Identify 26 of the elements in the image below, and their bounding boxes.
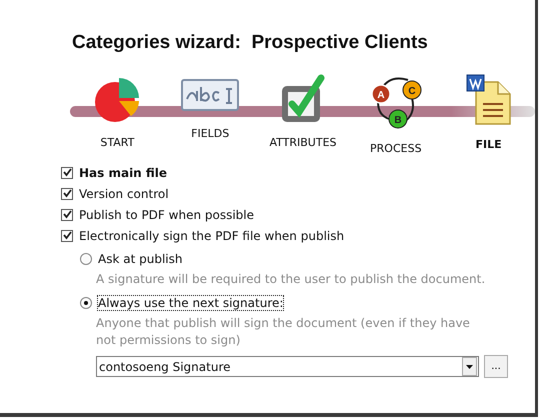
step-tab[interactable]: PROCESS xyxy=(370,142,422,155)
checkbox-label[interactable]: Publish to PDF when possible xyxy=(79,208,254,222)
step-tab[interactable]: ATTRIBUTES xyxy=(269,136,337,149)
step-tab[interactable]: FILE xyxy=(476,138,502,151)
radio-button[interactable] xyxy=(80,297,92,309)
option-description: A signature will be required to the user to publish the document. xyxy=(96,271,486,288)
step-tab[interactable]: START xyxy=(100,136,134,149)
checkbox-icon[interactable] xyxy=(280,74,326,124)
radio-button[interactable] xyxy=(80,253,92,265)
checkbox[interactable] xyxy=(61,166,73,178)
checkbox-label[interactable]: Has main file xyxy=(79,166,168,180)
document-icon[interactable] xyxy=(466,74,512,126)
checkbox-label[interactable]: Version control xyxy=(79,186,169,200)
browse-button[interactable]: ... xyxy=(484,355,508,378)
wizard-title: Categories wizard: Prospective Clients xyxy=(71,31,429,55)
checkbox[interactable] xyxy=(61,208,73,220)
step-tab[interactable]: FIELDS xyxy=(191,127,230,140)
checkbox-label[interactable]: Electronically sign the PDF file when publish xyxy=(79,228,344,242)
radio-label[interactable]: Ask at publish xyxy=(97,251,184,267)
text-field-icon[interactable] xyxy=(181,78,240,110)
signature-dropdown[interactable]: contosoeng Signature xyxy=(96,356,479,377)
checkbox[interactable] xyxy=(61,230,73,242)
caret-icon[interactable] xyxy=(462,357,477,376)
option-description: Anyone that publish will sign the document (even if they have not permissions to sign) xyxy=(96,315,471,349)
radio-label[interactable]: Always use the next signature: xyxy=(97,295,284,311)
checkbox[interactable] xyxy=(61,188,73,200)
